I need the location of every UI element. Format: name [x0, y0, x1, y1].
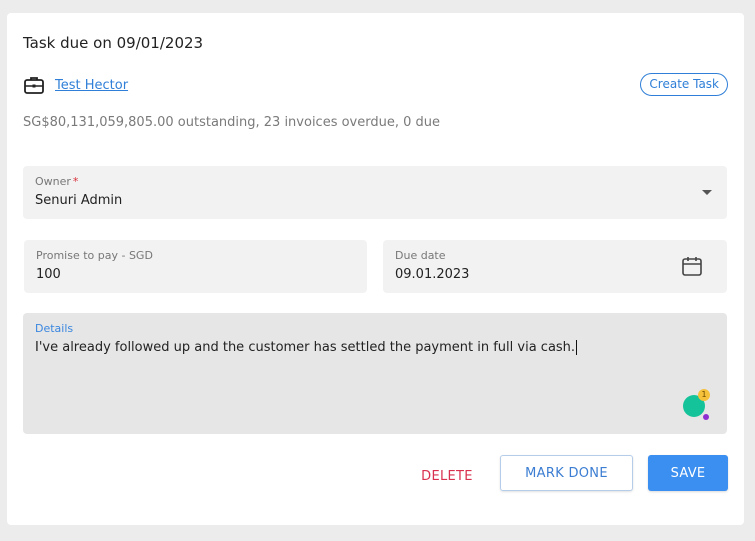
mark-done-button[interactable]: MARK DONE	[500, 455, 633, 491]
due-date-label: Due date	[395, 249, 446, 262]
due-date-field[interactable]: Due date 09.01.2023	[383, 240, 727, 293]
details-textarea[interactable]: Details I've already followed up and the…	[23, 313, 727, 434]
page-title: Task due on 09/01/2023	[23, 34, 204, 52]
details-text[interactable]: I've already followed up and the custome…	[35, 340, 578, 355]
text-cursor	[576, 340, 578, 355]
create-task-button[interactable]: Create Task	[640, 73, 728, 96]
calendar-icon[interactable]	[681, 255, 703, 277]
due-date-value[interactable]: 09.01.2023	[395, 267, 469, 282]
assistant-badge-count: 1	[698, 389, 710, 401]
chevron-down-icon[interactable]	[702, 190, 712, 195]
account-summary: SG$80,131,059,805.00 outstanding, 23 inv…	[23, 115, 441, 130]
assistant-status-dot	[703, 414, 709, 420]
grammar-assistant-icon[interactable]: 1	[683, 389, 710, 420]
owner-value: Senuri Admin	[35, 193, 123, 208]
required-mark: *	[72, 175, 79, 188]
delete-button[interactable]: DELETE	[409, 464, 485, 488]
customer-row: Test Hector	[23, 75, 128, 95]
promise-to-pay-value[interactable]: 100	[36, 267, 61, 282]
promise-to-pay-label: Promise to pay - SGD	[36, 249, 153, 262]
owner-label: Owner *	[35, 175, 79, 188]
task-card: Task due on 09/01/2023 Test Hector Creat…	[7, 13, 744, 525]
promise-to-pay-field[interactable]: Promise to pay - SGD 100	[24, 240, 367, 293]
details-label: Details	[35, 322, 74, 335]
owner-select[interactable]: Owner * Senuri Admin	[23, 166, 727, 219]
customer-link[interactable]: Test Hector	[55, 78, 128, 93]
save-button[interactable]: SAVE	[648, 455, 728, 491]
briefcase-icon	[23, 75, 45, 95]
